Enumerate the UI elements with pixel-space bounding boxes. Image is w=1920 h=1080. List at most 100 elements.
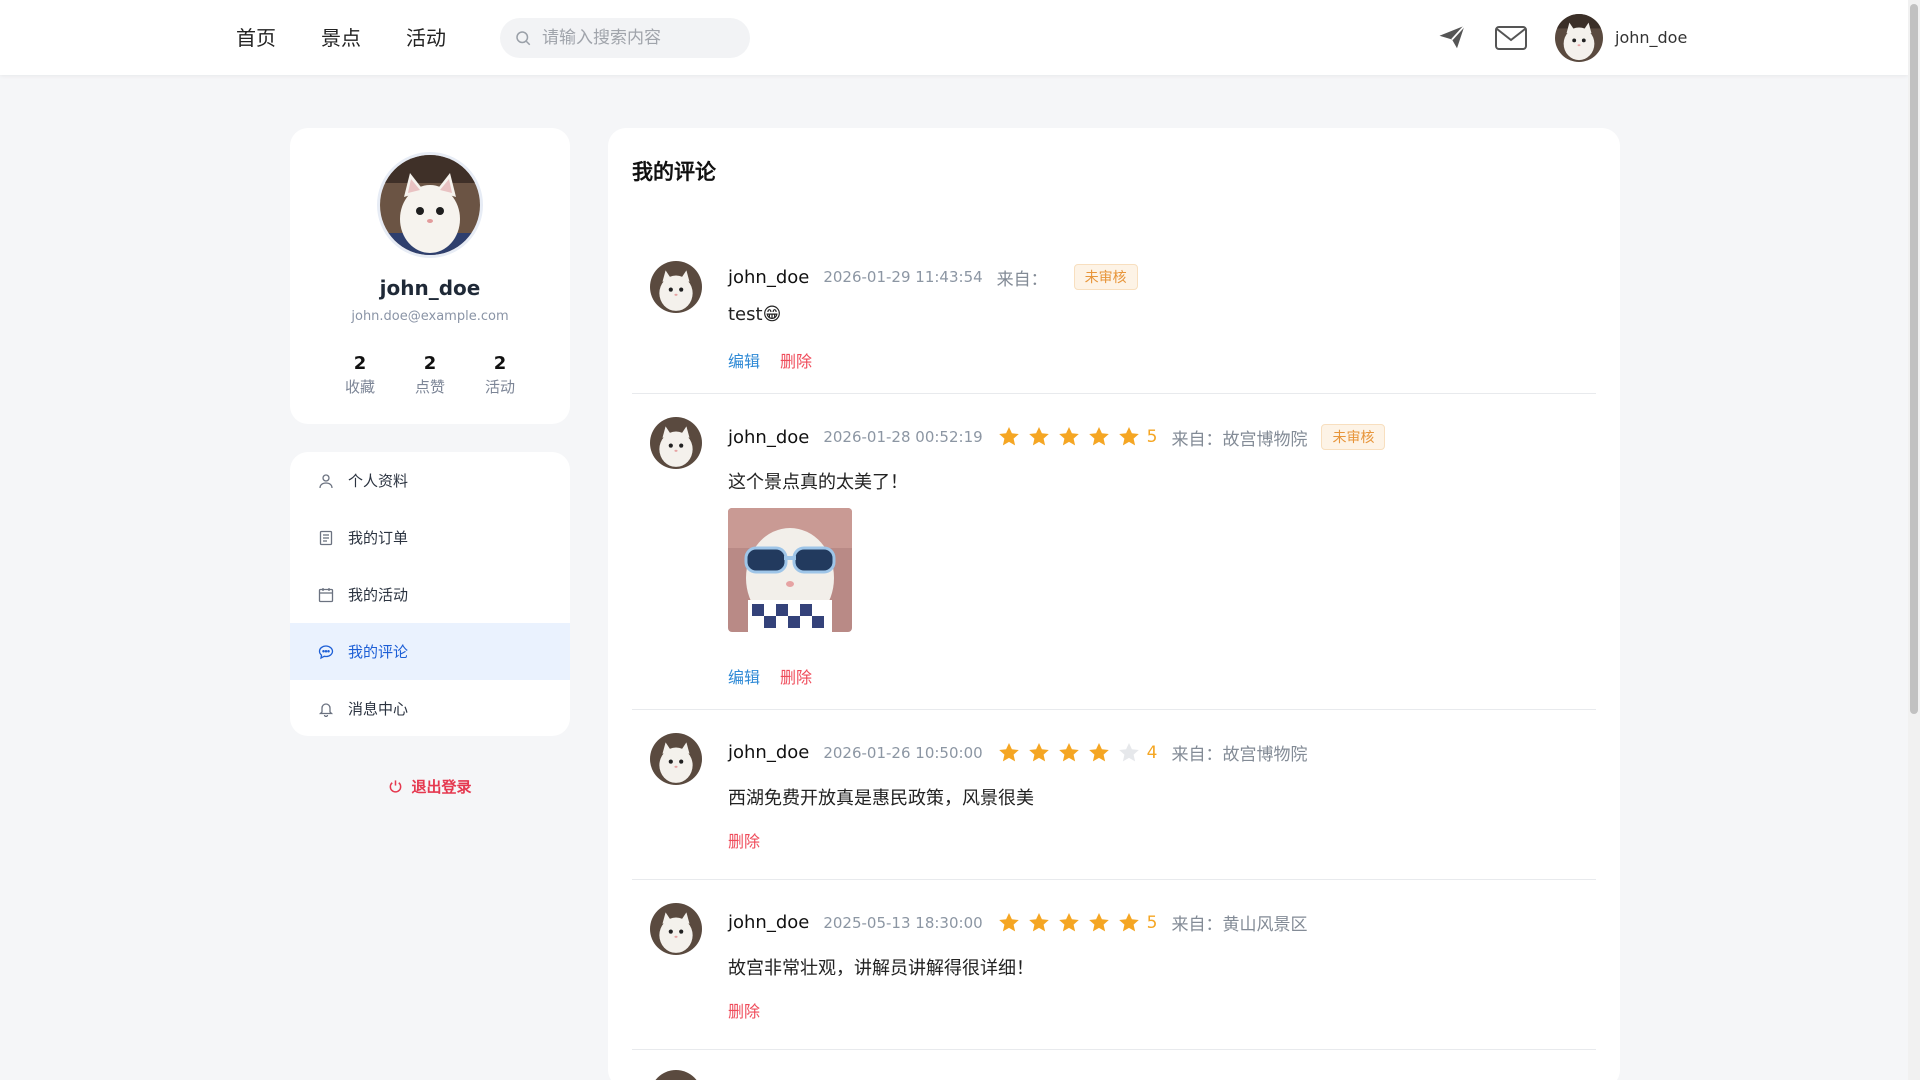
comment-source: 来自： — [996, 269, 1048, 290]
mail-icon[interactable] — [1494, 24, 1528, 52]
main-nav: 首页 景点 活动 — [236, 22, 446, 51]
sidebar-item-profile[interactable]: 个人资料 — [290, 452, 570, 509]
nav-activities[interactable]: 活动 — [406, 22, 446, 51]
rating-value: 4 — [1146, 742, 1158, 763]
star-empty-icon — [1118, 742, 1139, 761]
star-filled-icon — [1088, 742, 1109, 761]
comment-actions: 删除 — [728, 828, 760, 852]
star-rating — [997, 425, 1141, 449]
comment-source: 来自：黄山风景区 — [1171, 915, 1308, 935]
sidebar-item-messages[interactable]: 消息中心 — [290, 680, 570, 736]
star-filled-icon — [1058, 427, 1079, 446]
stat-label: 收藏 — [344, 378, 375, 396]
user-icon — [319, 473, 333, 488]
comment-time: 2026-01-28 00:52:19 — [823, 428, 983, 446]
stat-value: 2 — [493, 353, 507, 374]
comment-username[interactable]: john_doe — [728, 742, 809, 763]
comment-text: 故宫非常壮观，讲解员讲解得很详细！ — [728, 958, 1034, 979]
comment-actions: 删除 — [728, 998, 760, 1022]
stat-activities[interactable]: 2 活动 — [470, 353, 530, 397]
delete-button[interactable]: 删除 — [780, 664, 812, 688]
profile-avatar[interactable] — [377, 152, 483, 258]
top-header: 首页 景点 活动 john_doe — [0, 0, 1908, 75]
comment-avatar[interactable] — [650, 1070, 702, 1080]
header-avatar[interactable] — [1555, 14, 1603, 62]
comment-avatar[interactable] — [650, 261, 702, 313]
search-box[interactable] — [500, 18, 750, 58]
sidebar-item-label: 我的订单 — [348, 529, 409, 547]
comment-text: 这个景点真的太美了！ — [728, 472, 908, 493]
stat-favorites[interactable]: 2 收藏 — [330, 353, 390, 397]
avatar-cat-icon — [380, 155, 480, 255]
comment-avatar[interactable] — [650, 733, 702, 785]
comment-username[interactable]: john_doe — [728, 267, 809, 288]
star-filled-icon — [1058, 742, 1079, 761]
search-input[interactable] — [542, 28, 742, 48]
comment-username[interactable]: john_doe — [728, 427, 809, 448]
delete-button[interactable]: 删除 — [728, 998, 760, 1022]
comment-avatar[interactable] — [650, 417, 702, 469]
sidebar-item-label: 我的活动 — [348, 586, 409, 604]
sidebar-item-comments[interactable]: 我的评论 — [290, 623, 570, 680]
profile-card: john_doe john.doe@example.com 2 收藏 2 点赞 … — [290, 128, 570, 424]
comment-item: john_doe 2026-01-29 11:43:54 来自： 未审核 tes… — [632, 238, 1596, 394]
edit-button[interactable]: 编辑 — [728, 664, 760, 688]
send-icon[interactable] — [1437, 22, 1467, 52]
nav-home[interactable]: 首页 — [236, 22, 276, 51]
stat-value: 2 — [423, 353, 437, 374]
star-filled-icon — [1058, 912, 1079, 931]
comment-meta: john_doe 2026-01-28 00:52:19 5 来自：故宫博物院 … — [728, 424, 1386, 450]
page-title: 我的评论 — [632, 160, 716, 184]
profile-email: john.doe@example.com — [351, 309, 509, 324]
star-rating — [997, 911, 1141, 935]
sidebar-item-activities[interactable]: 我的活动 — [290, 566, 570, 623]
avatar-cat-icon — [650, 417, 702, 469]
avatar-cat-icon — [650, 903, 702, 955]
comments-panel: 我的评论 john_doe 2026-01-29 11:43:54 来自： 未审… — [608, 128, 1620, 1080]
sidebar-item-label: 个人资料 — [348, 472, 409, 490]
avatar-cat-icon — [650, 733, 702, 785]
comment-meta: john_doe 2026-01-29 11:43:54 来自： 未审核 — [728, 264, 1138, 290]
comment-avatar[interactable] — [650, 903, 702, 955]
header-username[interactable]: john_doe — [1615, 28, 1687, 47]
scrollbar-thumb[interactable] — [1910, 4, 1918, 714]
status-badge: 未审核 — [1073, 264, 1138, 290]
edit-button[interactable]: 编辑 — [728, 348, 760, 372]
page-scrollbar[interactable] — [1908, 0, 1920, 1080]
avatar-cat-icon — [650, 1070, 702, 1080]
star-rating — [997, 741, 1141, 765]
rating-value: 5 — [1146, 912, 1158, 933]
power-icon — [390, 780, 402, 793]
logout-button[interactable]: 退出登录 — [290, 776, 570, 797]
comment-text: test😁 — [728, 304, 782, 325]
delete-button[interactable]: 删除 — [728, 828, 760, 852]
search-icon — [516, 31, 531, 46]
bell-icon — [318, 702, 334, 717]
stat-label: 活动 — [484, 378, 515, 396]
comment-meta: john_doe 2025-05-13 18:30:00 5 来自：黄山风景区 — [728, 910, 1307, 935]
comment-item: john_doe 2026-01-26 10:50:00 4 来自：故宫博物院 … — [632, 710, 1596, 880]
sidebar-item-orders[interactable]: 我的订单 — [290, 509, 570, 566]
stat-value: 2 — [353, 353, 367, 374]
avatar-cat-icon — [650, 261, 702, 313]
star-filled-icon — [1028, 427, 1049, 446]
calendar-icon — [318, 587, 334, 602]
cat-sunglasses-image — [728, 508, 852, 632]
delete-button[interactable]: 删除 — [780, 348, 812, 372]
comment-username[interactable]: john_doe — [728, 912, 809, 933]
comment-item: john_doe 2025-05-13 18:30:00 5 来自：黄山风景区 … — [632, 880, 1596, 1050]
star-filled-icon — [1088, 912, 1109, 931]
rating-value: 5 — [1146, 427, 1158, 447]
sidebar-menu: 个人资料 我的订单 我的活动 我的评论 消息中心 — [290, 452, 570, 736]
comment-source: 来自：故宫博物院 — [1171, 745, 1308, 765]
comment-time: 2026-01-29 11:43:54 — [823, 268, 983, 286]
nav-attractions[interactable]: 景点 — [321, 22, 361, 51]
star-filled-icon — [1028, 912, 1049, 931]
sidebar-item-label: 我的评论 — [348, 643, 409, 661]
comment-time: 2025-05-13 18:30:00 — [823, 913, 983, 932]
stat-likes[interactable]: 2 点赞 — [400, 353, 460, 397]
status-badge: 未审核 — [1321, 424, 1386, 450]
comment-source: 来自：故宫博物院 — [1171, 429, 1308, 450]
comment-photo[interactable] — [728, 508, 852, 632]
chat-bubble-icon — [318, 644, 334, 659]
